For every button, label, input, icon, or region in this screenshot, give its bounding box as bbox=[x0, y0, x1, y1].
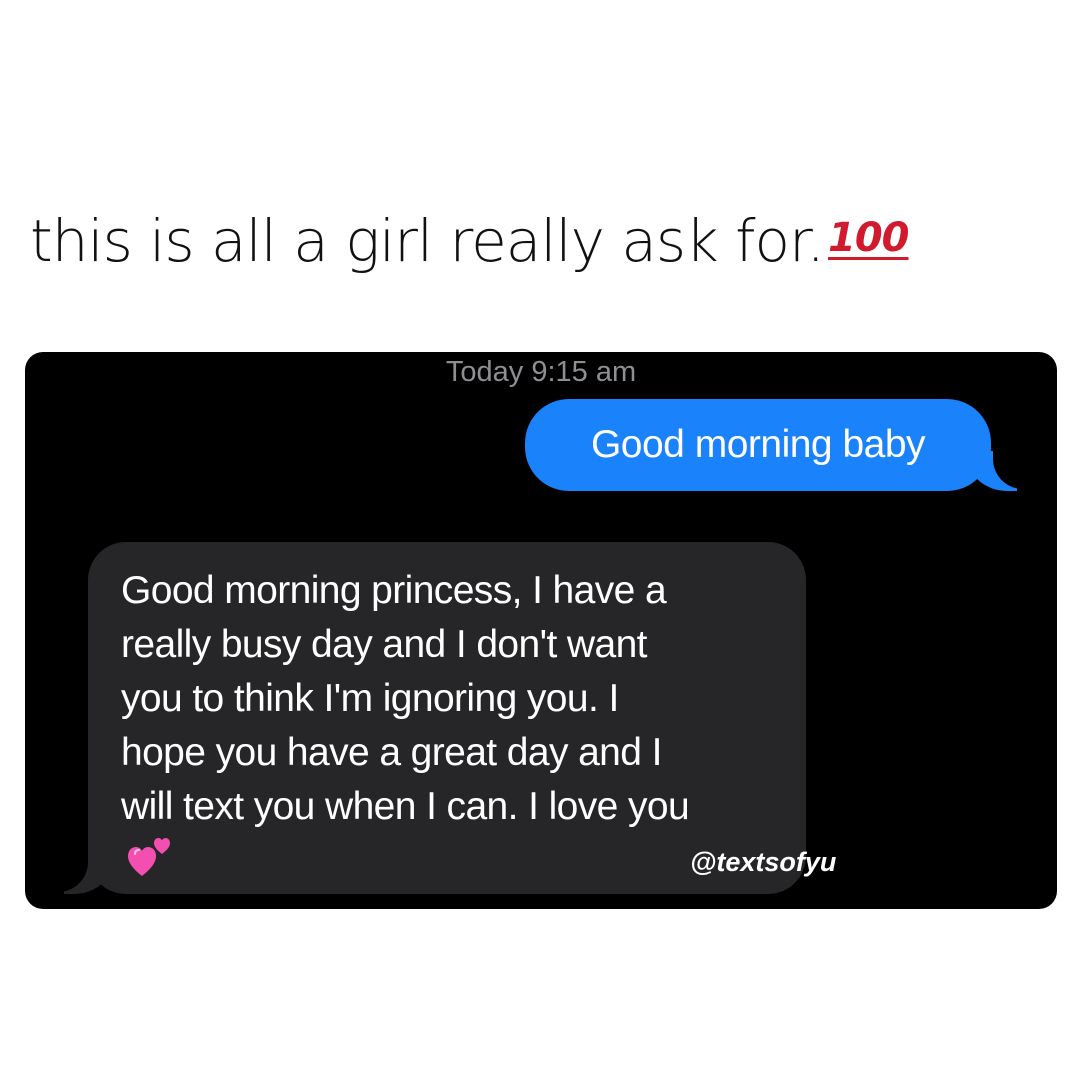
outgoing-message-bubble[interactable]: Good morning baby bbox=[525, 399, 1017, 491]
meme-post: this is all a girl really ask for. 100 To… bbox=[0, 0, 1080, 1080]
message-line: hope you have a great day and I bbox=[121, 731, 662, 774]
incoming-message-bubble[interactable]: Good morning princess, I have a really b… bbox=[64, 542, 806, 894]
watermark-handle: @textsofyu bbox=[690, 847, 837, 877]
hundred-points-icon: 100 bbox=[827, 215, 909, 261]
message-thread-screenshot: Today 9:15 am Good morning baby Good mor… bbox=[25, 352, 1057, 909]
message-line: Good morning princess, I have a bbox=[121, 569, 667, 612]
message-line: you to think I'm ignoring you. I bbox=[121, 677, 619, 720]
incoming-bubble-tail bbox=[64, 854, 114, 894]
caption-text: this is all a girl really ask for. bbox=[30, 207, 825, 275]
outgoing-message-text: Good morning baby bbox=[590, 423, 926, 466]
post-caption: this is all a girl really ask for. 100 bbox=[30, 212, 909, 270]
incoming-message-text: Good morning princess, I have a really b… bbox=[121, 564, 791, 834]
two-hearts-icon bbox=[128, 838, 170, 876]
message-line: will text you when I can. I love you bbox=[121, 785, 690, 828]
message-line: really busy day and I don't want bbox=[121, 623, 648, 666]
message-timestamp: Today 9:15 am bbox=[445, 356, 637, 388]
